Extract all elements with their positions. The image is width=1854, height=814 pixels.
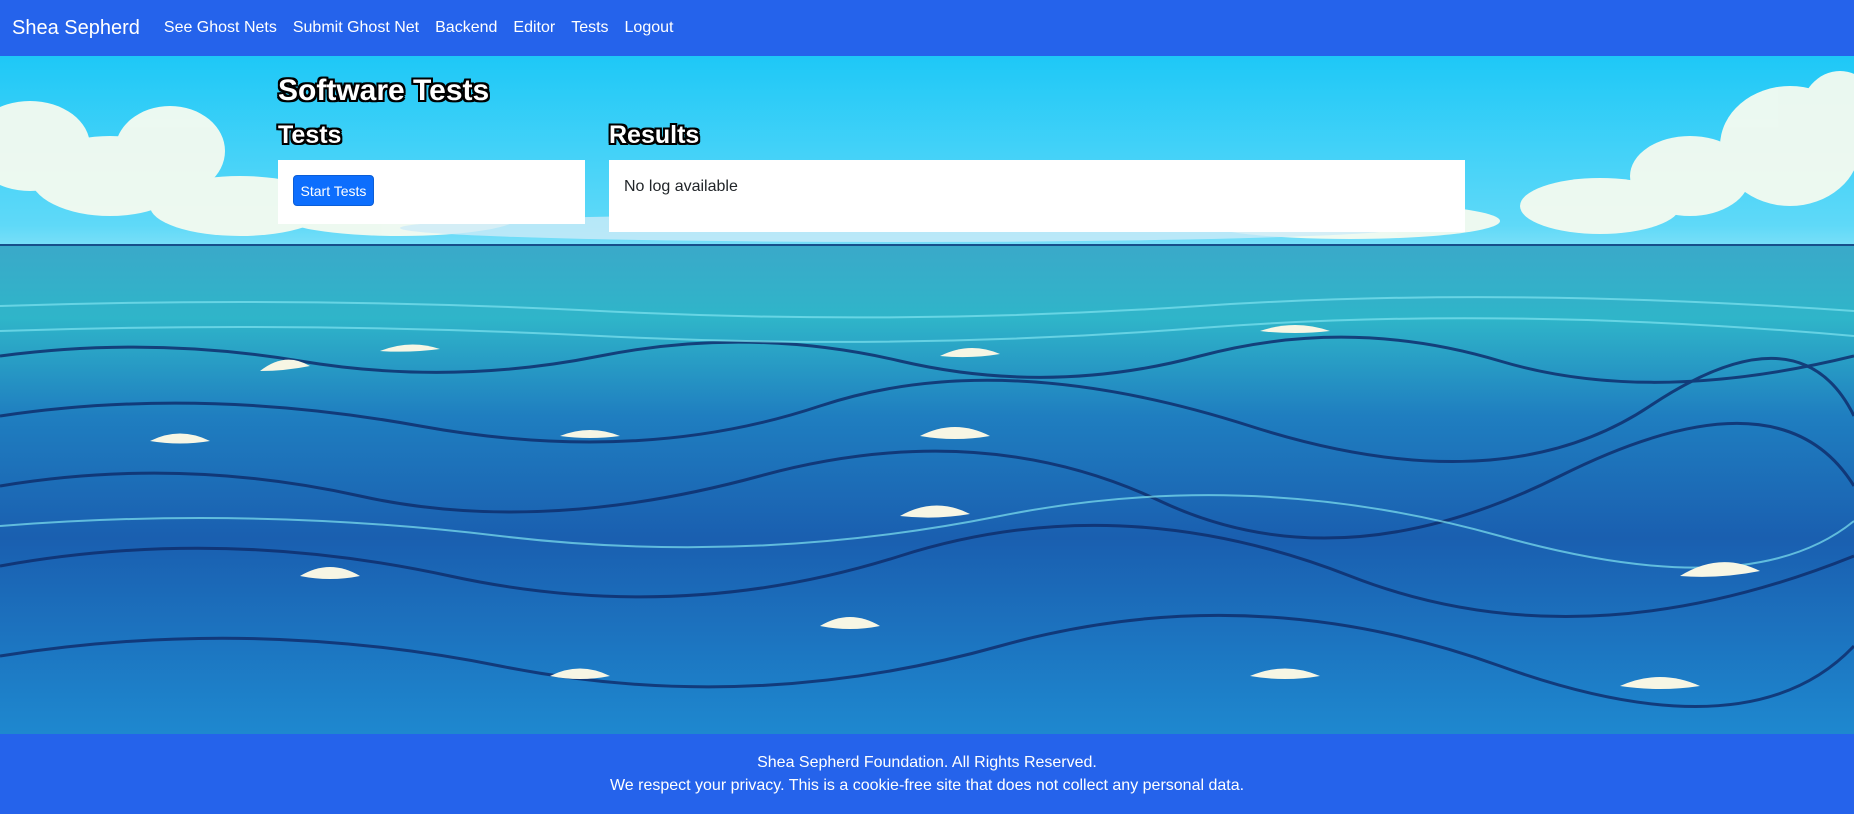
page-title: Software Tests (278, 74, 490, 107)
top-navbar: Shea Sepherd See Ghost Nets Submit Ghost… (0, 0, 1854, 56)
nav-tests[interactable]: Tests (571, 19, 608, 37)
ocean-background: Software Tests Tests Results Start Tests… (0, 56, 1854, 734)
nav-backend[interactable]: Backend (435, 19, 497, 37)
results-log-text: No log available (624, 178, 738, 195)
results-heading: Results (609, 121, 700, 149)
page-footer: Shea Sepherd Foundation. All Rights Rese… (0, 734, 1854, 814)
nav-submit-ghost-net[interactable]: Submit Ghost Net (293, 19, 419, 37)
footer-privacy-note: We respect your privacy. This is a cooki… (609, 777, 1245, 794)
nav-see-ghost-nets[interactable]: See Ghost Nets (164, 19, 277, 37)
ocean-illustration (0, 71, 1854, 734)
results-card: No log available (609, 160, 1465, 232)
tests-heading: Tests (278, 121, 342, 149)
nav-logout[interactable]: Logout (625, 19, 674, 37)
start-tests-button[interactable]: Start Tests (293, 175, 374, 206)
tests-card: Start Tests (278, 160, 585, 224)
footer-copyright: Shea Sepherd Foundation. All Rights Rese… (757, 754, 1097, 771)
nav-editor[interactable]: Editor (513, 19, 555, 37)
brand-link[interactable]: Shea Sepherd (12, 17, 140, 40)
